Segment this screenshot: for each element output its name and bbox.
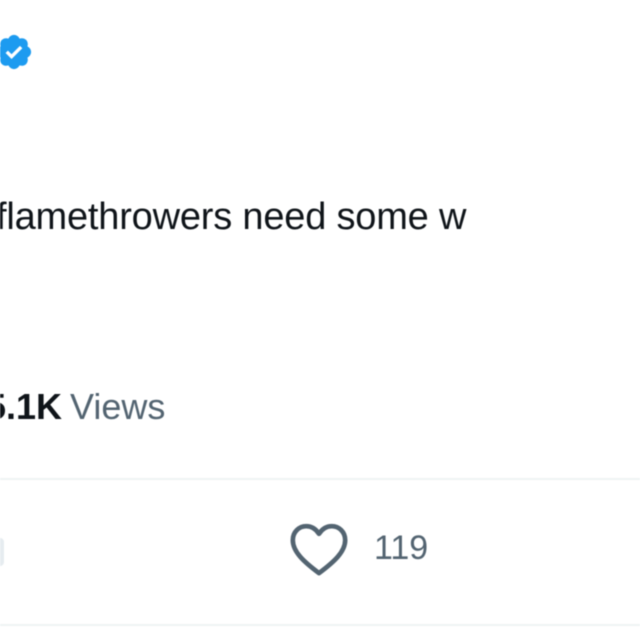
views-stat[interactable]: 5.1KViews [0,386,165,428]
reply-button-partial[interactable] [0,538,4,566]
views-count: 5.1K [0,386,63,427]
divider [0,624,640,626]
tweet-text: flamethrowers need some w [0,196,467,238]
heart-icon [290,523,348,576]
like-count: 119 [374,528,429,567]
tweet-view: flamethrowers need some w 5.1KViews 119 [0,0,640,640]
divider [0,478,640,480]
views-label: Views [70,386,166,427]
like-button[interactable]: 119 [286,518,428,578]
verified-badge-icon [0,34,32,70]
